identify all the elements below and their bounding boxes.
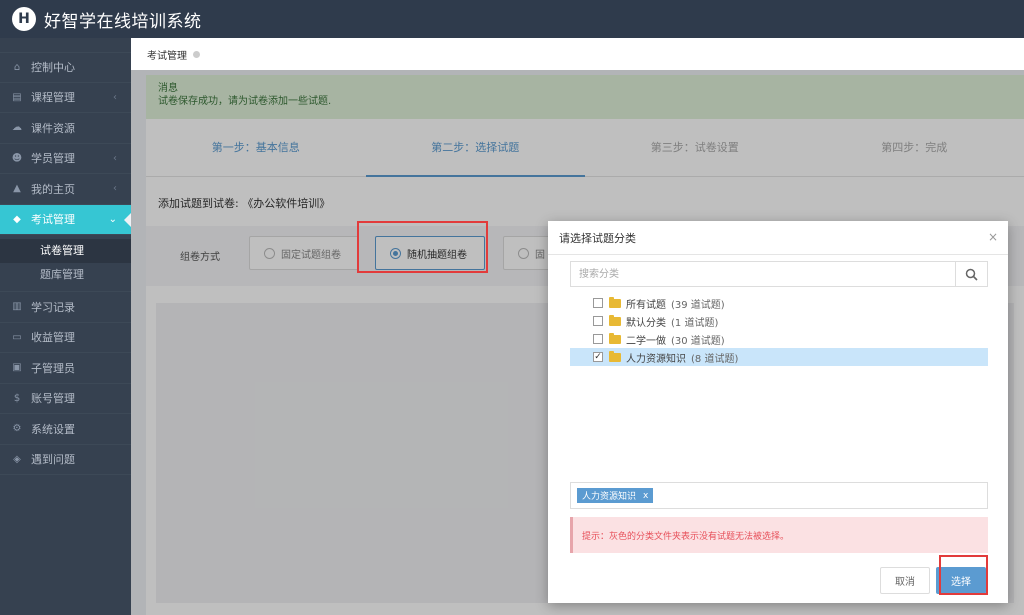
sidebar-subitem-papers[interactable]: 试卷管理 bbox=[0, 239, 131, 263]
close-icon[interactable]: × bbox=[988, 230, 998, 244]
sidebar-item-label: 控制中心 bbox=[31, 61, 75, 75]
tree-item-name: 默认分类 bbox=[626, 317, 666, 329]
credit-card-icon: ▭ bbox=[12, 331, 22, 343]
hint-alert: 提示：灰色的分类文件夹表示没有试题无法被选择。 bbox=[570, 517, 988, 553]
sidebar-item-exams[interactable]: ◆ 考试管理 ⌄ bbox=[0, 204, 131, 235]
sidebar-subitem-question-bank[interactable]: 题库管理 bbox=[0, 263, 131, 287]
folder-icon bbox=[609, 332, 621, 344]
checkbox-icon[interactable] bbox=[593, 316, 603, 326]
tree-item-hr[interactable]: ✓ 人力资源知识 (8 道试题) bbox=[570, 348, 988, 366]
selected-tag: 人力资源知识 x bbox=[577, 488, 654, 503]
annotation-highlight-select bbox=[939, 555, 988, 595]
sidebar-item-label: 系统设置 bbox=[31, 422, 75, 436]
sidebar-item-homepage[interactable]: ▲ 我的主页 ‹ bbox=[0, 174, 131, 205]
hint-text: 提示：灰色的分类文件夹表示没有试题无法被选择。 bbox=[582, 531, 790, 542]
sidebar-item-label: 考试管理 bbox=[31, 213, 75, 227]
selected-tag-label: 人力资源知识 bbox=[582, 492, 637, 502]
tag-icon: ◆ bbox=[13, 213, 21, 225]
checkbox-icon[interactable] bbox=[593, 298, 603, 308]
checkbox-icon[interactable] bbox=[593, 334, 603, 344]
breadcrumb: 考试管理 bbox=[131, 38, 1024, 70]
annotation-highlight-mode bbox=[357, 221, 488, 273]
tree-item-name: 人力资源知识 bbox=[626, 353, 686, 365]
tree-item-name: 二学一做 bbox=[626, 335, 666, 347]
sidebar-item-courses[interactable]: ▤ 课程管理 ‹ bbox=[0, 83, 131, 113]
dollar-icon: $ bbox=[13, 392, 21, 404]
book-icon: ▤ bbox=[12, 91, 22, 103]
category-select-modal: 请选择试题分类 × 所有试题 (39 道试题) 默认分类 (1 道试题) 二 bbox=[548, 221, 1008, 603]
category-search-input[interactable] bbox=[571, 262, 955, 286]
sidebar-item-settings[interactable]: ⚙ 系统设置 bbox=[0, 414, 131, 445]
graduation-cap-icon: ▲ bbox=[13, 183, 21, 195]
folder-icon bbox=[609, 296, 621, 308]
sidebar-item-label: 我的主页 bbox=[31, 182, 75, 196]
folder-icon bbox=[609, 350, 621, 362]
sidebar-item-label: 账号管理 bbox=[31, 392, 75, 406]
tree-item-count: (8 道试题) bbox=[691, 353, 739, 365]
search-button[interactable] bbox=[955, 262, 987, 286]
selected-tags-field[interactable]: 人力资源知识 x bbox=[570, 482, 988, 509]
chevron-left-icon: ‹ bbox=[113, 91, 117, 103]
breadcrumb-exam-management[interactable]: 考试管理 bbox=[147, 47, 187, 62]
tree-item-erxue[interactable]: 二学一做 (30 道试题) bbox=[570, 330, 988, 348]
tree-item-count: (30 道试题) bbox=[671, 335, 725, 347]
tree-item-count: (1 道试题) bbox=[671, 317, 719, 329]
tag-remove-icon[interactable]: x bbox=[643, 491, 648, 501]
category-tree: 所有试题 (39 道试题) 默认分类 (1 道试题) 二学一做 (30 道试题)… bbox=[570, 294, 988, 366]
logo-icon: H bbox=[12, 7, 36, 31]
top-header: H 好智学在线培训系统 bbox=[0, 0, 1024, 38]
sidebar: ⌂ 控制中心 ▤ 课程管理 ‹ ☁ 课件资源 ☻ 学员管理 ‹ ▲ 我的主页 ‹… bbox=[0, 38, 131, 615]
sidebar-item-help[interactable]: ◈ 遇到问题 bbox=[0, 445, 131, 475]
users-icon: ☻ bbox=[11, 152, 23, 164]
tree-item-all[interactable]: 所有试题 (39 道试题) bbox=[570, 294, 988, 312]
cloud-icon: ☁ bbox=[12, 122, 22, 134]
gear-icon: ⚙ bbox=[12, 423, 22, 435]
sidebar-item-label: 子管理员 bbox=[31, 361, 75, 375]
breadcrumb-dot-icon bbox=[193, 50, 200, 58]
chevron-left-icon: ‹ bbox=[113, 152, 117, 164]
sidebar-item-label: 学员管理 bbox=[31, 152, 75, 166]
checkbox-checked-icon[interactable]: ✓ bbox=[593, 352, 603, 362]
app-title: 好智学在线培训系统 bbox=[44, 11, 202, 32]
sidebar-item-resources[interactable]: ☁ 课件资源 bbox=[0, 113, 131, 144]
sidebar-item-label: 课件资源 bbox=[31, 121, 75, 135]
lock-icon: ▣ bbox=[12, 362, 22, 374]
sidebar-item-label: 收益管理 bbox=[31, 331, 75, 345]
tree-item-default[interactable]: 默认分类 (1 道试题) bbox=[570, 312, 988, 330]
home-icon: ⌂ bbox=[13, 61, 21, 73]
category-search bbox=[570, 261, 988, 287]
folder-icon bbox=[609, 314, 621, 326]
tree-item-name: 所有试题 bbox=[626, 299, 666, 311]
chevron-left-icon: ‹ bbox=[113, 183, 117, 195]
sidebar-item-accounts[interactable]: $ 账号管理 bbox=[0, 384, 131, 414]
exam-submenu: 试卷管理 题库管理 bbox=[0, 235, 131, 292]
sidebar-item-dashboard[interactable]: ⌂ 控制中心 bbox=[0, 52, 131, 83]
sidebar-item-revenue[interactable]: ▭ 收益管理 bbox=[0, 323, 131, 353]
modal-title: 请选择试题分类 bbox=[559, 231, 636, 245]
sidebar-item-label: 课程管理 bbox=[31, 91, 75, 105]
cancel-button[interactable]: 取消 bbox=[880, 567, 930, 594]
sidebar-item-records[interactable]: ▥ 学习记录 bbox=[0, 292, 131, 323]
sidebar-item-label: 学习记录 bbox=[31, 300, 75, 314]
sidebar-item-label: 遇到问题 bbox=[31, 453, 75, 467]
notebook-icon: ▥ bbox=[12, 301, 22, 313]
chevron-down-icon: ⌄ bbox=[108, 213, 117, 225]
search-icon bbox=[965, 268, 978, 281]
sidebar-item-subadmins[interactable]: ▣ 子管理员 bbox=[0, 353, 131, 384]
sidebar-item-students[interactable]: ☻ 学员管理 ‹ bbox=[0, 144, 131, 174]
modal-header: 请选择试题分类 × bbox=[548, 221, 1008, 255]
diamond-icon: ◈ bbox=[13, 453, 21, 465]
tree-item-count: (39 道试题) bbox=[671, 299, 725, 311]
